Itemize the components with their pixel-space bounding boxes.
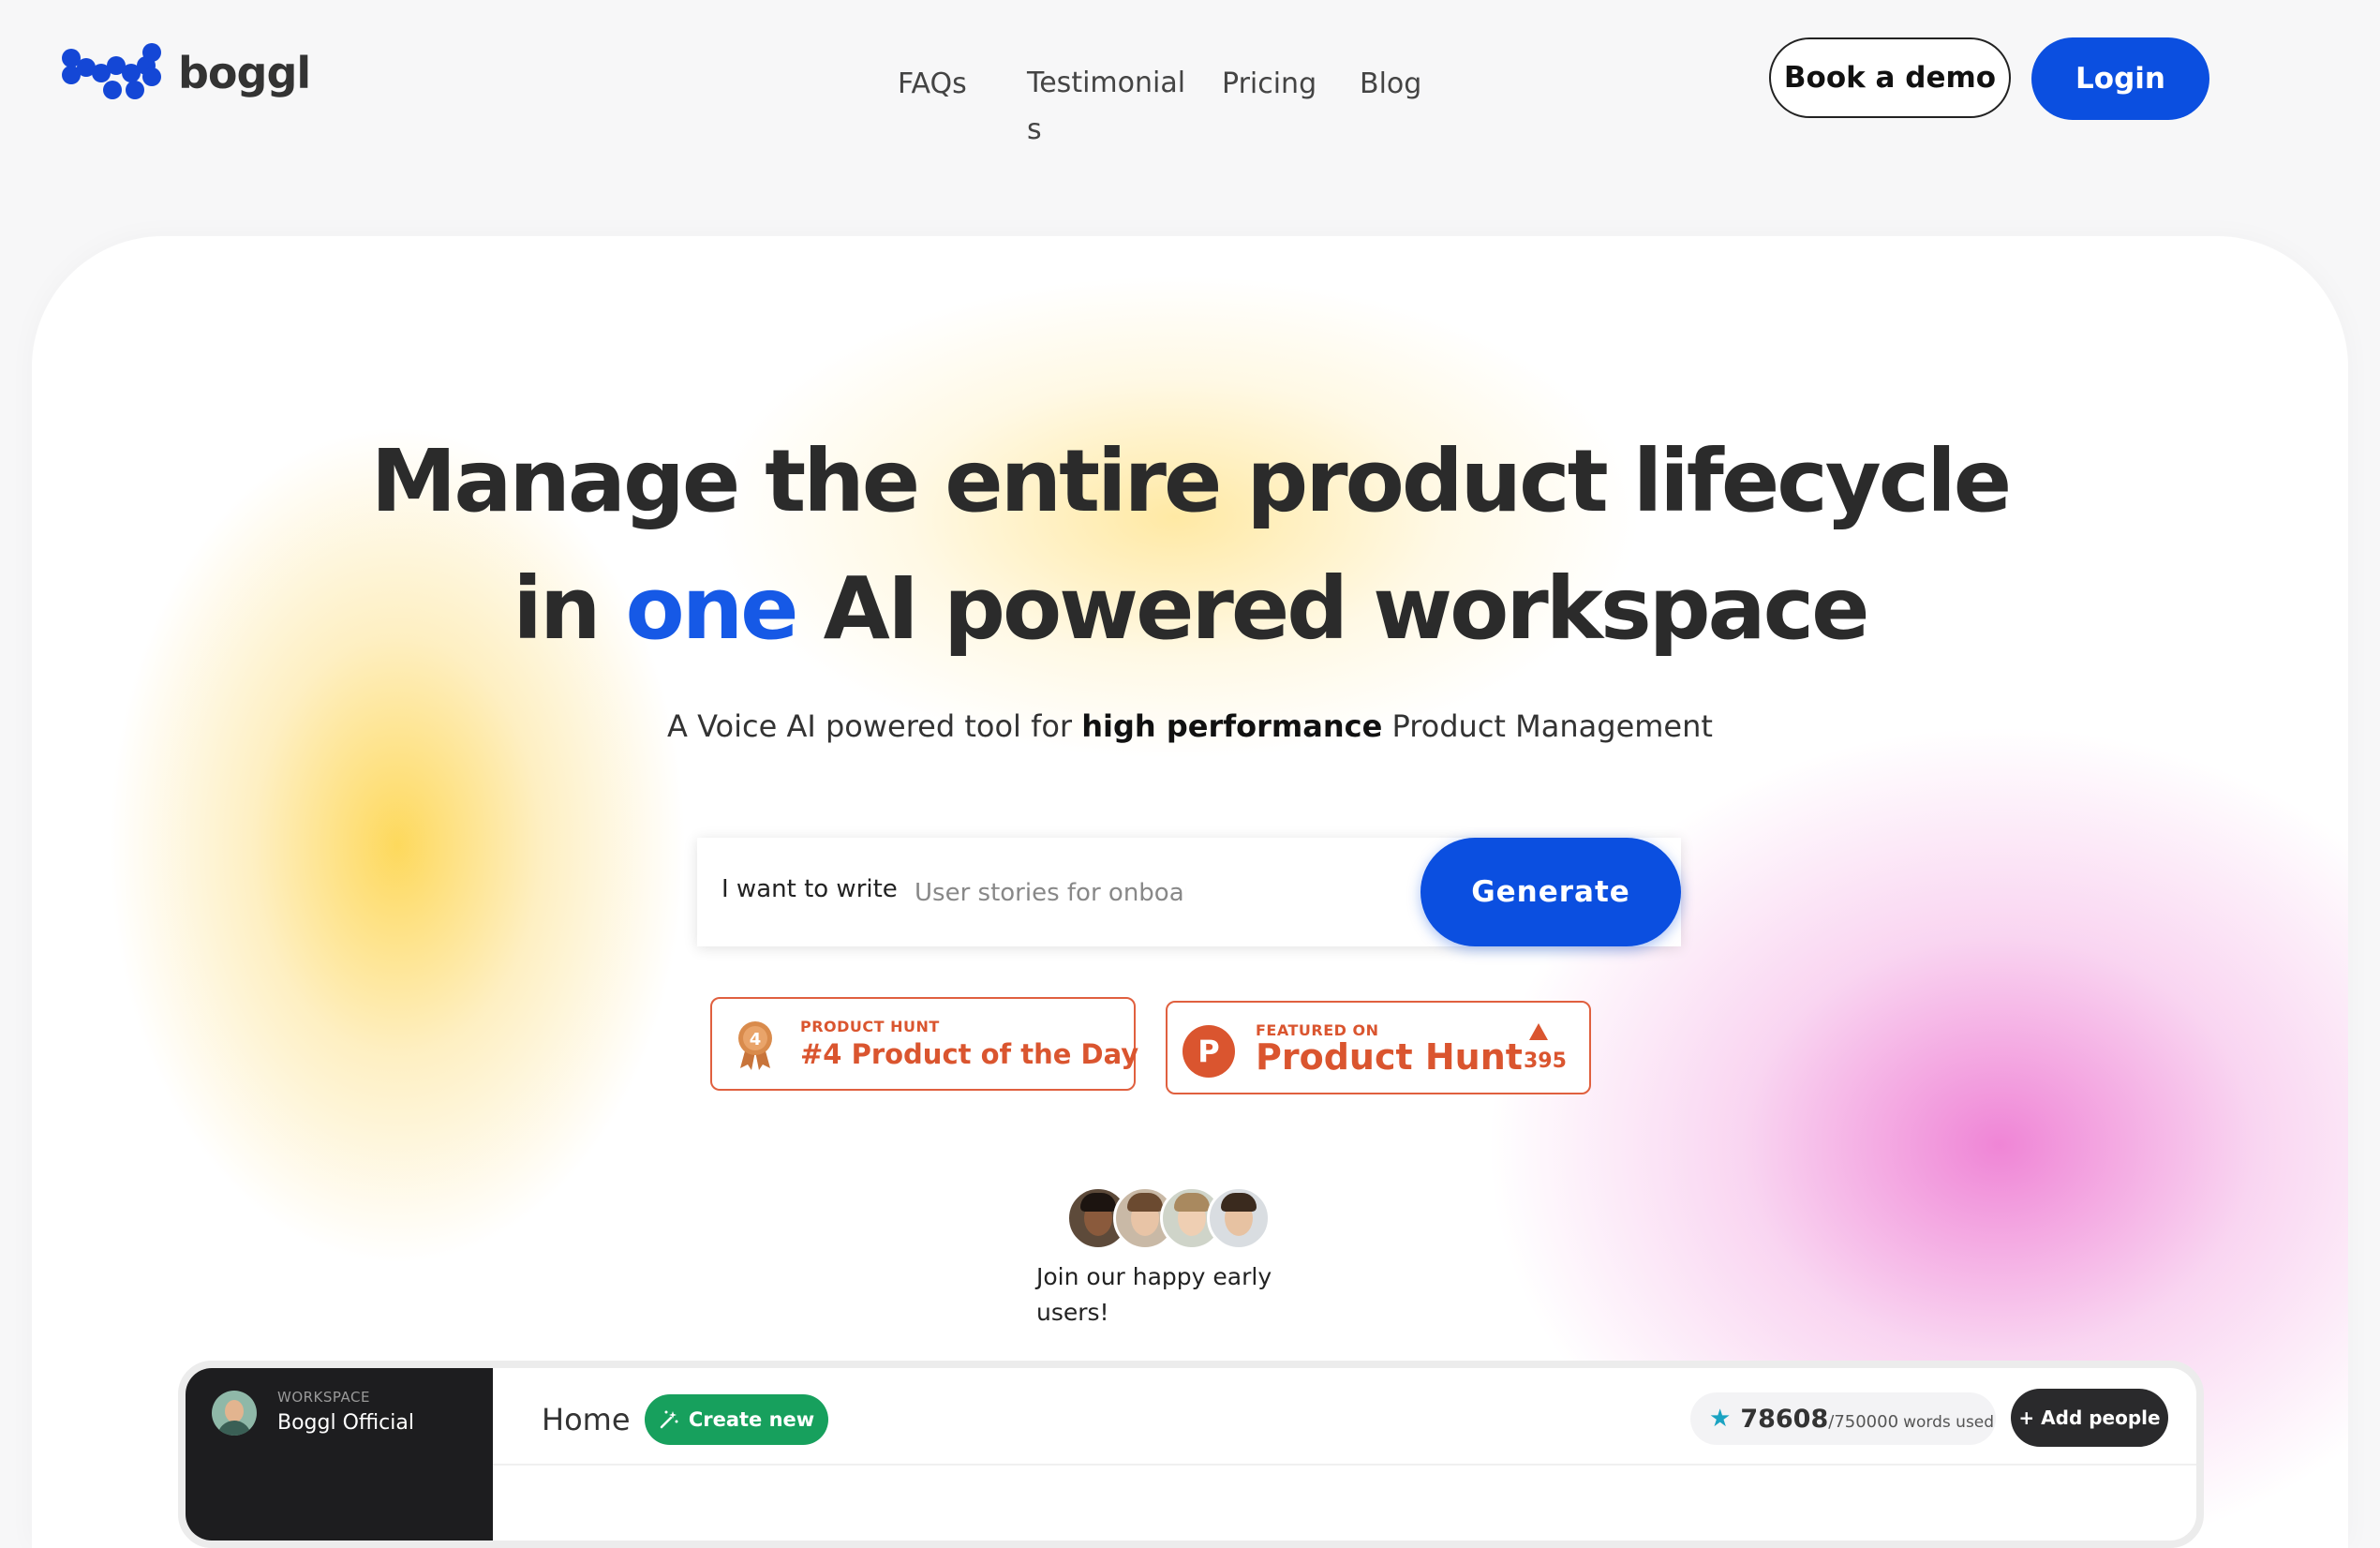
hero-headline: Manage the entire product lifecycle in o…	[0, 418, 2380, 673]
generator-input[interactable]	[913, 866, 1188, 920]
nav-pricing[interactable]: Pricing	[1222, 67, 1316, 100]
preview-page-title: Home	[542, 1402, 631, 1437]
product-hunt-day-badge[interactable]: 4 PRODUCT HUNT #4 Product of the Day	[710, 997, 1139, 1091]
badge-title: Product Hunt	[1256, 1036, 1523, 1078]
words-unit: words used	[1903, 1412, 1995, 1432]
subhead-bold: high performance	[1081, 708, 1383, 744]
badge-kicker: PRODUCT HUNT	[800, 1018, 940, 1035]
book-demo-button[interactable]: Book a demo	[1769, 37, 2011, 118]
hero-subheadline: A Voice AI powered tool for high perform…	[0, 708, 2380, 744]
medal-rank: 4	[750, 1030, 762, 1049]
magic-wand-icon	[660, 1410, 678, 1429]
create-new-label: Create new	[688, 1408, 815, 1431]
avatar	[1207, 1186, 1271, 1250]
product-hunt-logo-icon: P	[1183, 1025, 1235, 1078]
early-users-avatars	[1066, 1186, 1272, 1252]
preview-sidebar: WORKSPACE Boggl Official	[186, 1368, 493, 1541]
medal-icon: 4	[738, 1021, 772, 1070]
headline-line-2: in one AI powered workspace	[513, 558, 1870, 659]
generator-label: I want to write	[721, 875, 898, 903]
badge-title: #4 Product of the Day	[800, 1038, 1139, 1070]
headline-rest: AI powered workspace	[796, 558, 1870, 659]
words-used-count: 78608	[1740, 1404, 1829, 1434]
subhead-post: Product Management	[1382, 708, 1713, 744]
logo-mark-icon	[62, 43, 161, 103]
nav-blog[interactable]: Blog	[1360, 67, 1421, 100]
headline-in: in	[513, 558, 626, 659]
generate-button[interactable]: Generate	[1421, 838, 1681, 946]
workspace-label: WORKSPACE	[277, 1389, 370, 1406]
add-people-button[interactable]: + Add people	[2011, 1389, 2168, 1447]
nav-testimonials[interactable]: Testimonials	[1027, 60, 1186, 154]
nav-faqs[interactable]: FAQs	[898, 67, 967, 100]
words-total: /750000	[1828, 1411, 1899, 1432]
headline-line-1: Manage the entire product lifecycle	[370, 431, 2012, 531]
brand-logo[interactable]: boggl	[62, 43, 311, 103]
workspace-name[interactable]: Boggl Official	[277, 1411, 414, 1435]
star-icon: ★	[1709, 1405, 1732, 1433]
app-preview: WORKSPACE Boggl Official Home Create new…	[178, 1361, 2204, 1548]
workspace-avatar	[212, 1391, 257, 1436]
upvote-count: 395	[1524, 1049, 1567, 1073]
login-button[interactable]: Login	[2031, 37, 2209, 120]
headline-accent: one	[625, 558, 798, 659]
upvote-icon	[1529, 1023, 1548, 1040]
word-usage-text: 78608/750000 words used	[1740, 1405, 1994, 1434]
subhead-pre: A Voice AI powered tool for	[667, 708, 1082, 744]
early-users-text: Join our happy early users!	[1036, 1263, 1272, 1326]
create-new-button[interactable]: Create new	[645, 1394, 828, 1445]
word-usage-pill: ★ 78608/750000 words used	[1690, 1392, 1996, 1445]
preview-divider	[493, 1464, 2196, 1466]
brand-name: boggl	[178, 48, 311, 98]
product-hunt-featured-badge[interactable]: P FEATURED ON Product Hunt 395	[1166, 1001, 1591, 1094]
